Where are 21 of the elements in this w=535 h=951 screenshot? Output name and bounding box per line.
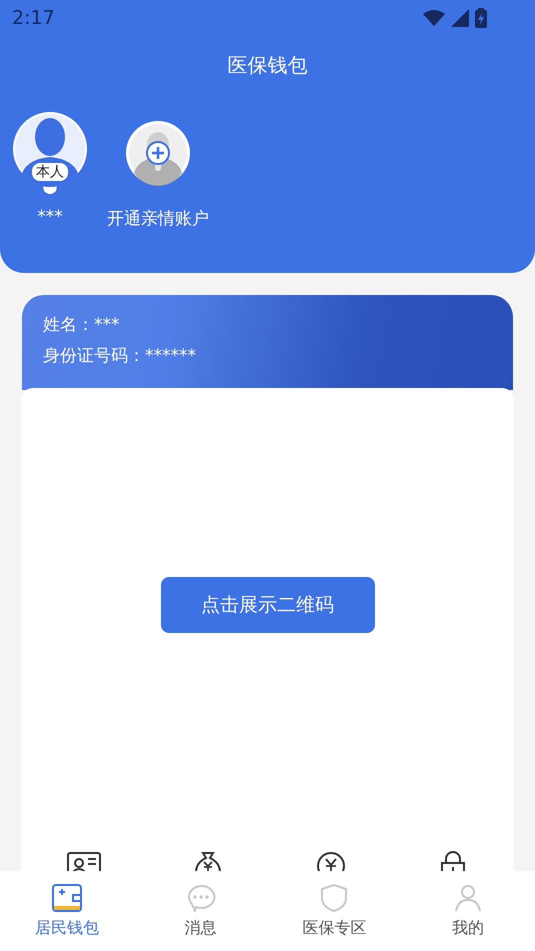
person-icon [453, 884, 484, 912]
signal-icon [451, 9, 469, 27]
tab-item[interactable]: 我的 [401, 871, 535, 951]
shield-icon [319, 884, 350, 912]
account-name: *** [37, 207, 63, 227]
chat-bubble-icon [186, 884, 216, 912]
account-name: 开通亲情账户 [107, 208, 209, 230]
id-number-text: 身份证号码：****** [43, 345, 197, 367]
tab-item[interactable]: 居民钱包 [0, 871, 134, 951]
name-text: 姓名：*** [43, 314, 120, 336]
yen-coin-icon [316, 851, 346, 871]
wallet-icon [52, 884, 82, 912]
money-bag-icon [193, 851, 224, 871]
battery-icon [475, 8, 487, 28]
wifi-icon [423, 10, 445, 26]
status-time: 2:17 [12, 7, 55, 29]
show-qr-button[interactable]: 点击展示二维码 [160, 577, 374, 633]
id-card-icon [67, 851, 102, 871]
tab-item[interactable]: 消息 [134, 871, 268, 951]
page-title: 医保钱包 [226, 52, 308, 79]
tab-item[interactable]: 医保专区 [268, 871, 402, 951]
